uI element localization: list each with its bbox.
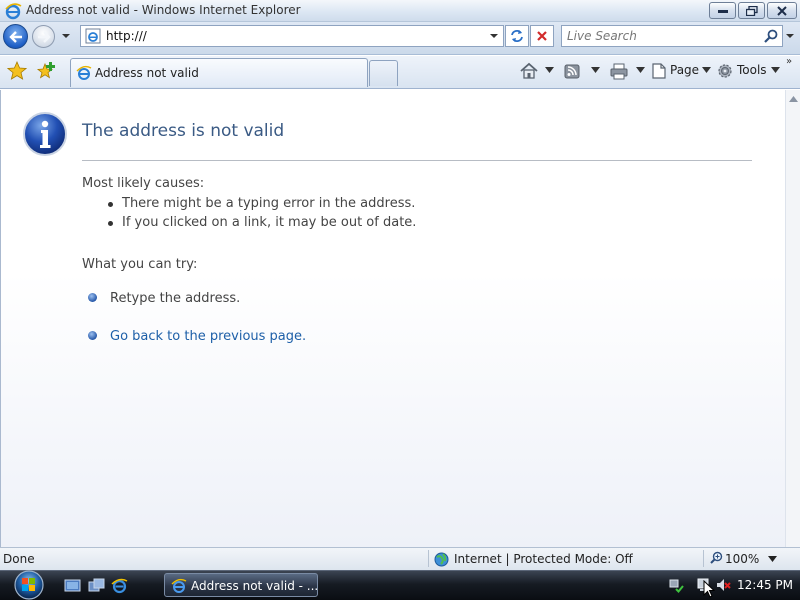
stop-button[interactable]	[530, 25, 554, 47]
search-input[interactable]: Live Search	[561, 25, 783, 47]
action-bullet-icon	[88, 293, 97, 302]
rss-feed-icon[interactable]	[563, 61, 581, 81]
volume-muted-icon[interactable]	[715, 577, 731, 593]
show-desktop-icon[interactable]	[64, 577, 81, 594]
new-tab-button[interactable]	[369, 60, 398, 86]
add-favorite-icon[interactable]	[36, 61, 56, 81]
retype-address-text: Retype the address.	[110, 291, 241, 306]
close-icon	[777, 5, 787, 16]
try-heading: What you can try:	[82, 257, 198, 272]
chevron-down-icon[interactable]	[489, 31, 499, 41]
security-zone-text[interactable]: Internet | Protected Mode: Off	[454, 552, 633, 566]
search-icon[interactable]	[764, 29, 778, 43]
forward-button[interactable]	[32, 25, 55, 48]
switch-windows-icon[interactable]	[88, 577, 105, 594]
page-menu-label[interactable]: Page	[670, 63, 699, 77]
stop-icon	[537, 31, 547, 41]
status-separator	[428, 550, 429, 567]
ie-logo-icon	[5, 3, 22, 20]
zoom-dropdown[interactable]	[768, 556, 777, 562]
action-bullet-icon	[88, 331, 97, 340]
start-button[interactable]	[8, 568, 50, 600]
print-dropdown[interactable]	[636, 67, 645, 73]
search-placeholder: Live Search	[567, 29, 637, 43]
ie-tab-icon	[76, 65, 92, 80]
task-label: Address not valid - ...	[191, 579, 319, 593]
address-text: http:///	[106, 29, 147, 43]
cause-item: There might be a typing error in the add…	[122, 196, 416, 211]
tools-menu-label[interactable]: Tools	[737, 63, 767, 77]
mouse-cursor-icon	[703, 580, 715, 598]
home-dropdown[interactable]	[545, 67, 554, 73]
restore-button[interactable]	[738, 2, 765, 19]
search-providers-dropdown[interactable]	[785, 31, 795, 41]
page-icon[interactable]	[650, 61, 668, 81]
taskbar-ie-window-button[interactable]: Address not valid - ...	[164, 573, 318, 597]
status-text: Done	[3, 552, 35, 566]
system-clock[interactable]: 12:45 PM	[737, 578, 793, 592]
forward-arrow-icon	[37, 30, 51, 43]
restore-icon	[745, 5, 758, 16]
minimize-button[interactable]	[709, 2, 736, 19]
title-divider	[82, 160, 752, 161]
info-icon	[23, 112, 67, 156]
globe-icon[interactable]	[434, 552, 449, 567]
go-back-link[interactable]: Go back to the previous page.	[110, 329, 306, 344]
printer-icon[interactable]	[609, 61, 629, 81]
gear-icon[interactable]	[716, 61, 734, 81]
vertical-scrollbar[interactable]	[785, 90, 800, 547]
page-menu-dropdown[interactable]	[702, 67, 711, 73]
cause-bullet	[108, 221, 113, 226]
refresh-icon	[511, 30, 523, 42]
more-commands-chevron[interactable]: »	[786, 56, 792, 67]
zoom-magnifier-icon[interactable]	[710, 551, 723, 564]
favorites-star-icon[interactable]	[7, 61, 27, 81]
ie-page-icon	[85, 28, 101, 44]
address-field[interactable]: http:///	[80, 25, 504, 47]
tab-label: Address not valid	[95, 66, 199, 80]
feeds-dropdown[interactable]	[591, 67, 600, 73]
refresh-button[interactable]	[505, 25, 529, 47]
ie-task-icon	[171, 578, 187, 593]
zoom-level[interactable]: 100%	[725, 552, 759, 566]
status-bar	[0, 547, 800, 570]
minimize-icon	[717, 9, 728, 13]
title-bar: Address not valid - Windows Internet Exp…	[0, 0, 800, 22]
page-title: The address is not valid	[82, 121, 285, 141]
network-status-icon[interactable]	[668, 577, 684, 593]
home-icon[interactable]	[519, 61, 539, 81]
cause-item: If you clicked on a link, it may be out …	[122, 215, 417, 230]
back-arrow-icon	[8, 30, 22, 43]
tab-address-not-valid[interactable]: Address not valid	[70, 58, 368, 87]
tools-menu-dropdown[interactable]	[771, 67, 780, 73]
recent-pages-dropdown[interactable]	[60, 30, 72, 42]
cause-bullet	[108, 202, 113, 207]
status-separator	[703, 550, 704, 567]
page-content	[0, 90, 785, 547]
window-title: Address not valid - Windows Internet Exp…	[26, 3, 301, 17]
causes-heading: Most likely causes:	[82, 176, 205, 191]
ie-quicklaunch-icon[interactable]	[111, 577, 128, 594]
scroll-up-icon[interactable]	[789, 96, 798, 102]
close-window-button[interactable]	[767, 2, 797, 19]
back-button[interactable]	[3, 24, 28, 49]
